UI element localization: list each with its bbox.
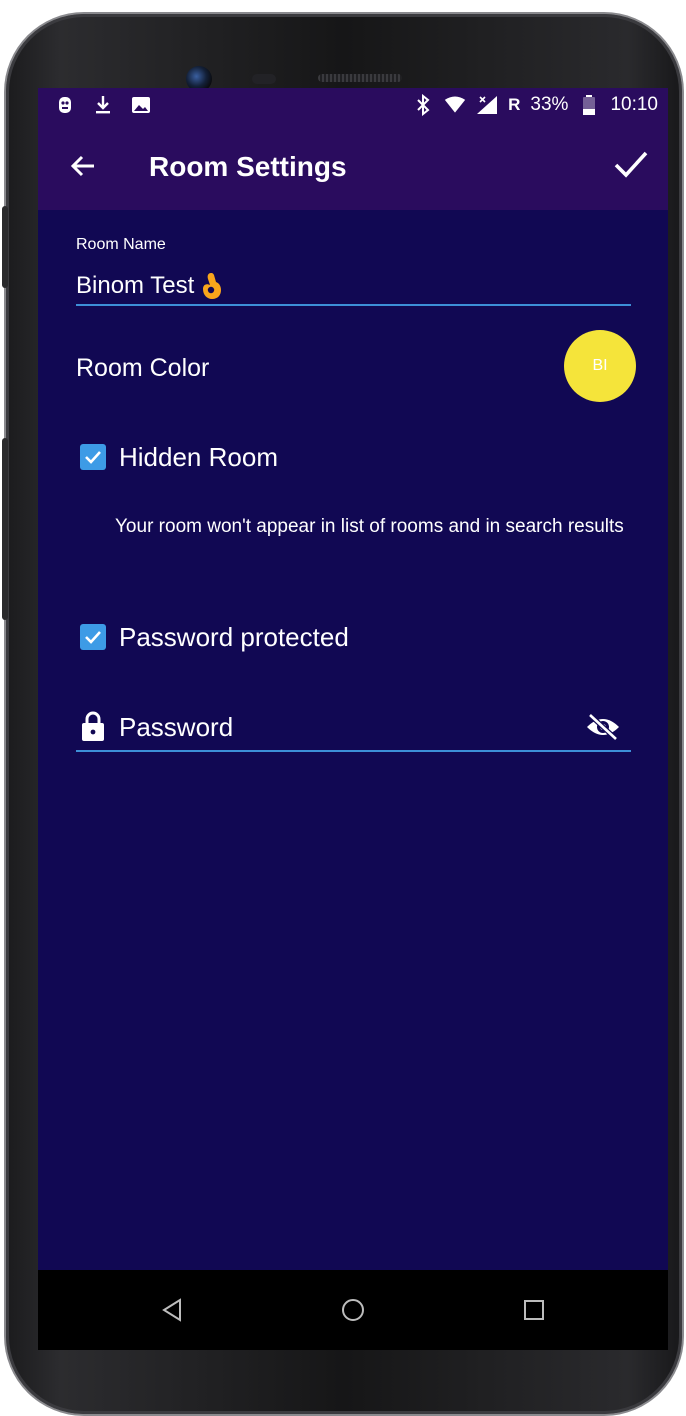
ok-hand-emoji-icon [198, 271, 224, 301]
recents-square-icon[interactable] [516, 1292, 552, 1328]
check-icon [614, 151, 648, 178]
lock-icon [82, 711, 104, 741]
app-bar: Room Settings [38, 126, 668, 210]
room-color-picker[interactable]: BI [564, 330, 636, 402]
hidden-room-checkbox[interactable] [80, 444, 106, 470]
wifi-icon [444, 94, 466, 116]
arrow-back-icon [70, 155, 94, 177]
page-title: Room Settings [149, 151, 347, 182]
room-name-value: Binom Test [76, 272, 195, 299]
debug-icon [54, 94, 76, 116]
password-protected-label: Password protected [119, 622, 349, 652]
password-placeholder: Password [119, 712, 234, 742]
confirm-button[interactable] [610, 144, 650, 184]
bluetooth-icon [412, 94, 434, 116]
side-button-lower [2, 438, 8, 620]
home-circle-icon[interactable] [335, 1292, 371, 1328]
hidden-room-label: Hidden Room [119, 442, 278, 472]
roaming-indicator: R [508, 95, 521, 114]
eye-off-icon[interactable] [585, 712, 621, 742]
side-button-upper [2, 206, 8, 288]
clock: 10:10 [610, 94, 658, 115]
hidden-room-helper-text: Your room won't appear in list of rooms … [115, 516, 624, 537]
status-bar: R 33% 10:10 [38, 88, 668, 126]
download-icon [92, 94, 114, 116]
password-input[interactable]: Password [76, 704, 631, 752]
back-button[interactable] [64, 146, 104, 186]
image-icon [130, 94, 152, 116]
room-name-input[interactable]: Binom Test [76, 268, 631, 306]
checkmark-icon [85, 631, 101, 644]
signal-icon [476, 94, 498, 116]
proximity-sensor [252, 74, 276, 84]
password-protected-checkbox[interactable] [80, 624, 106, 650]
earpiece-speaker [318, 74, 402, 82]
battery-icon [578, 94, 600, 116]
room-color-label: Room Color [76, 354, 210, 382]
app-screen: R 33% 10:10 Room Settings Room Name Bino… [38, 88, 668, 1350]
battery-percent: 33% [530, 94, 569, 115]
room-name-label: Room Name [76, 236, 166, 253]
back-triangle-icon[interactable] [154, 1292, 190, 1328]
system-nav-bar [38, 1270, 668, 1350]
checkmark-icon [85, 451, 101, 464]
